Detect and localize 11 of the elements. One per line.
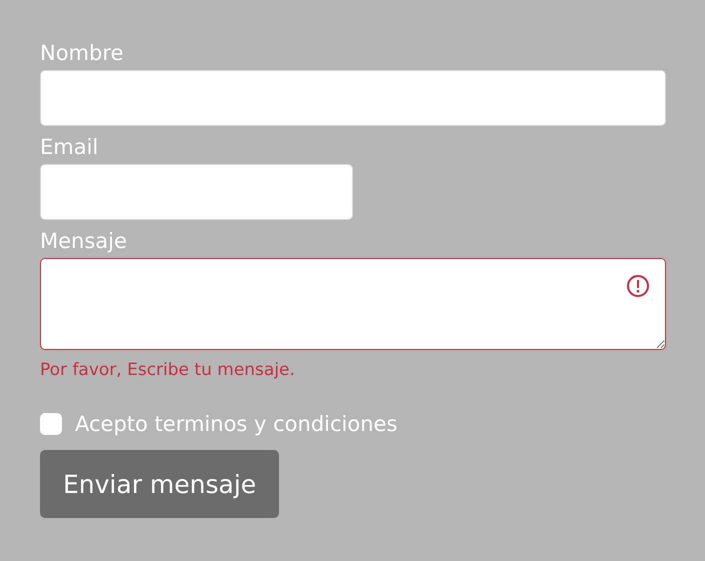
field-label: Nombre (40, 40, 124, 66)
checkbox-label: Acepto terminos y condiciones (75, 412, 398, 436)
error-icon (626, 274, 650, 298)
field-label: Email (40, 134, 98, 160)
field-label: Mensaje (40, 228, 127, 254)
checkbox[interactable] (40, 413, 62, 435)
input-field[interactable] (40, 70, 666, 126)
input-field[interactable] (40, 164, 353, 220)
message-field[interactable] (40, 258, 666, 350)
submit-button[interactable]: Enviar mensaje (40, 450, 280, 518)
error-message: Por favor, Escribe tu mensaje. (40, 360, 295, 380)
